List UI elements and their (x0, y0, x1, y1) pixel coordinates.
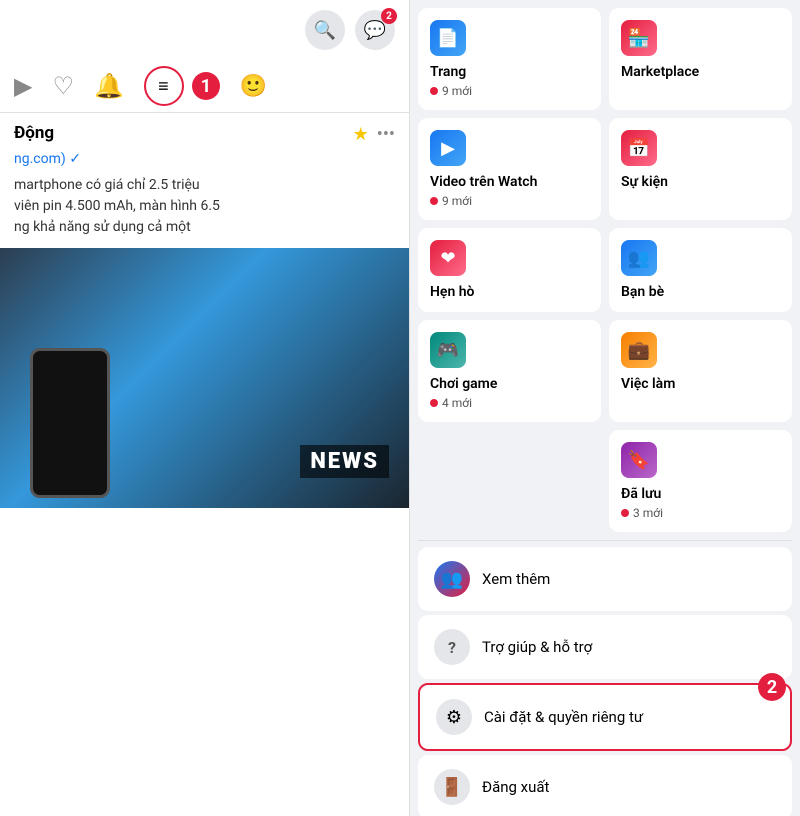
jobs-label: Việc làm (621, 376, 780, 392)
messenger-badge: 2 (381, 8, 397, 24)
help-icon: ? (434, 629, 470, 665)
events-label: Sự kiện (621, 174, 780, 190)
gaming-sublabel: 4 mới (430, 396, 589, 410)
saved-label: Đã lưu (621, 486, 780, 502)
gaming-label: Chơi game (430, 376, 589, 392)
jobs-menu-item[interactable]: 💼 Việc làm (609, 320, 792, 422)
saved-dot (621, 509, 629, 517)
search-icon: 🔍 (314, 20, 336, 41)
dating-icon: ❤ (430, 240, 466, 276)
menu-row-5: 🔖 Đã lưu 3 mới (418, 430, 792, 532)
right-panel: 📄 Trang 9 mới 🏪 Marketplace ▶ Video trên… (410, 0, 800, 816)
hamburger-icon: ≡ (158, 76, 170, 97)
marketplace-label: Marketplace (621, 64, 780, 80)
more-options-icon[interactable]: ••• (377, 124, 395, 145)
menu-button[interactable]: ≡ (144, 66, 184, 106)
see-more-icon: 👥 (434, 561, 470, 597)
post-subtitle: ng.com) ✓ (14, 151, 395, 167)
see-more-menu-item[interactable]: 👥 Xem thêm (418, 547, 792, 611)
post-header-left: Động (14, 123, 54, 145)
gaming-dot (430, 399, 438, 407)
post-header: Động ★ ••• (14, 123, 395, 145)
settings-wrapper: ⚙ Cài đặt & quyền riêng tư 2 (418, 683, 792, 751)
top-bar: 🔍 💬 2 (0, 0, 409, 60)
post-area: Động ★ ••• ng.com) ✓ martphone có giá ch… (0, 113, 409, 248)
post-text-line1: martphone có giá chỉ 2.5 triệu (14, 175, 395, 196)
logout-icon: 🚪 (434, 769, 470, 805)
post-text-line3: ng khả năng sử dụng cả một (14, 217, 395, 238)
video-nav-icon[interactable]: ▶ (14, 72, 32, 100)
star-icon: ★ (353, 124, 369, 145)
saved-icon: 🔖 (621, 442, 657, 478)
search-button[interactable]: 🔍 (305, 10, 345, 50)
marketplace-menu-item[interactable]: 🏪 Marketplace (609, 8, 792, 110)
step1-label: 1 (192, 72, 220, 100)
menu-row-3: ❤ Hẹn hò 👥 Bạn bè (418, 228, 792, 312)
trang-menu-item[interactable]: 📄 Trang 9 mới (418, 8, 601, 110)
video-dot (430, 197, 438, 205)
trang-sublabel: 9 mới (430, 84, 589, 98)
dating-label: Hẹn hò (430, 284, 589, 300)
friends-menu-item[interactable]: 👥 Bạn bè (609, 228, 792, 312)
heart-nav-icon[interactable]: ♡ (52, 72, 74, 100)
marketplace-icon: 🏪 (621, 20, 657, 56)
events-icon: 📅 (621, 130, 657, 166)
help-label: Trợ giúp & hỗ trợ (482, 638, 592, 656)
settings-menu-item[interactable]: ⚙ Cài đặt & quyền riêng tư (418, 683, 792, 751)
help-menu-item[interactable]: ? Trợ giúp & hỗ trợ (418, 615, 792, 679)
post-image: NEWS (0, 248, 409, 508)
emoji-icon: 🙂 (240, 74, 267, 99)
menu-row-4: 🎮 Chơi game 4 mới 💼 Việc làm (418, 320, 792, 422)
logout-menu-item[interactable]: 🚪 Đăng xuất (418, 755, 792, 816)
post-title: Động (14, 123, 54, 143)
trang-icon: 📄 (430, 20, 466, 56)
logout-label: Đăng xuất (482, 778, 549, 796)
video-watch-icon: ▶ (430, 130, 466, 166)
settings-icon: ⚙ (436, 699, 472, 735)
video-watch-menu-item[interactable]: ▶ Video trên Watch 9 mới (418, 118, 601, 220)
friends-icon: 👥 (621, 240, 657, 276)
bell-nav-icon[interactable]: 🔔 (94, 72, 124, 100)
friends-label: Bạn bè (621, 284, 780, 300)
post-text-line2: viên pin 4.500 mAh, màn hình 6.5 (14, 196, 395, 217)
video-watch-label: Video trên Watch (430, 174, 589, 190)
see-more-label: Xem thêm (482, 570, 550, 588)
trang-label: Trang (430, 64, 589, 80)
messenger-button[interactable]: 💬 2 (355, 10, 395, 50)
dating-menu-item[interactable]: ❤ Hẹn hò (418, 228, 601, 312)
trang-dot (430, 87, 438, 95)
jobs-icon: 💼 (621, 332, 657, 368)
divider-1 (418, 540, 792, 541)
video-watch-sublabel: 9 mới (430, 194, 589, 208)
saved-menu-item[interactable]: 🔖 Đã lưu 3 mới (609, 430, 792, 532)
nav-icons-row: ▶ ♡ 🔔 ≡ 1 🙂 (0, 60, 409, 113)
events-menu-item[interactable]: 📅 Sự kiện (609, 118, 792, 220)
saved-sublabel: 3 mới (621, 506, 780, 520)
phone-graphic (30, 348, 110, 498)
gaming-menu-item[interactable]: 🎮 Chơi game 4 mới (418, 320, 601, 422)
gaming-icon: 🎮 (430, 332, 466, 368)
menu-row-1: 📄 Trang 9 mới 🏪 Marketplace (418, 8, 792, 110)
menu-row-2: ▶ Video trên Watch 9 mới 📅 Sự kiện (418, 118, 792, 220)
messenger-icon: 💬 (364, 20, 386, 41)
step2-label: 2 (758, 673, 786, 701)
news-label: NEWS (300, 445, 389, 478)
settings-label: Cài đặt & quyền riêng tư (484, 708, 643, 726)
left-panel: 🔍 💬 2 ▶ ♡ 🔔 ≡ 1 🙂 Động ★ ••• (0, 0, 410, 816)
